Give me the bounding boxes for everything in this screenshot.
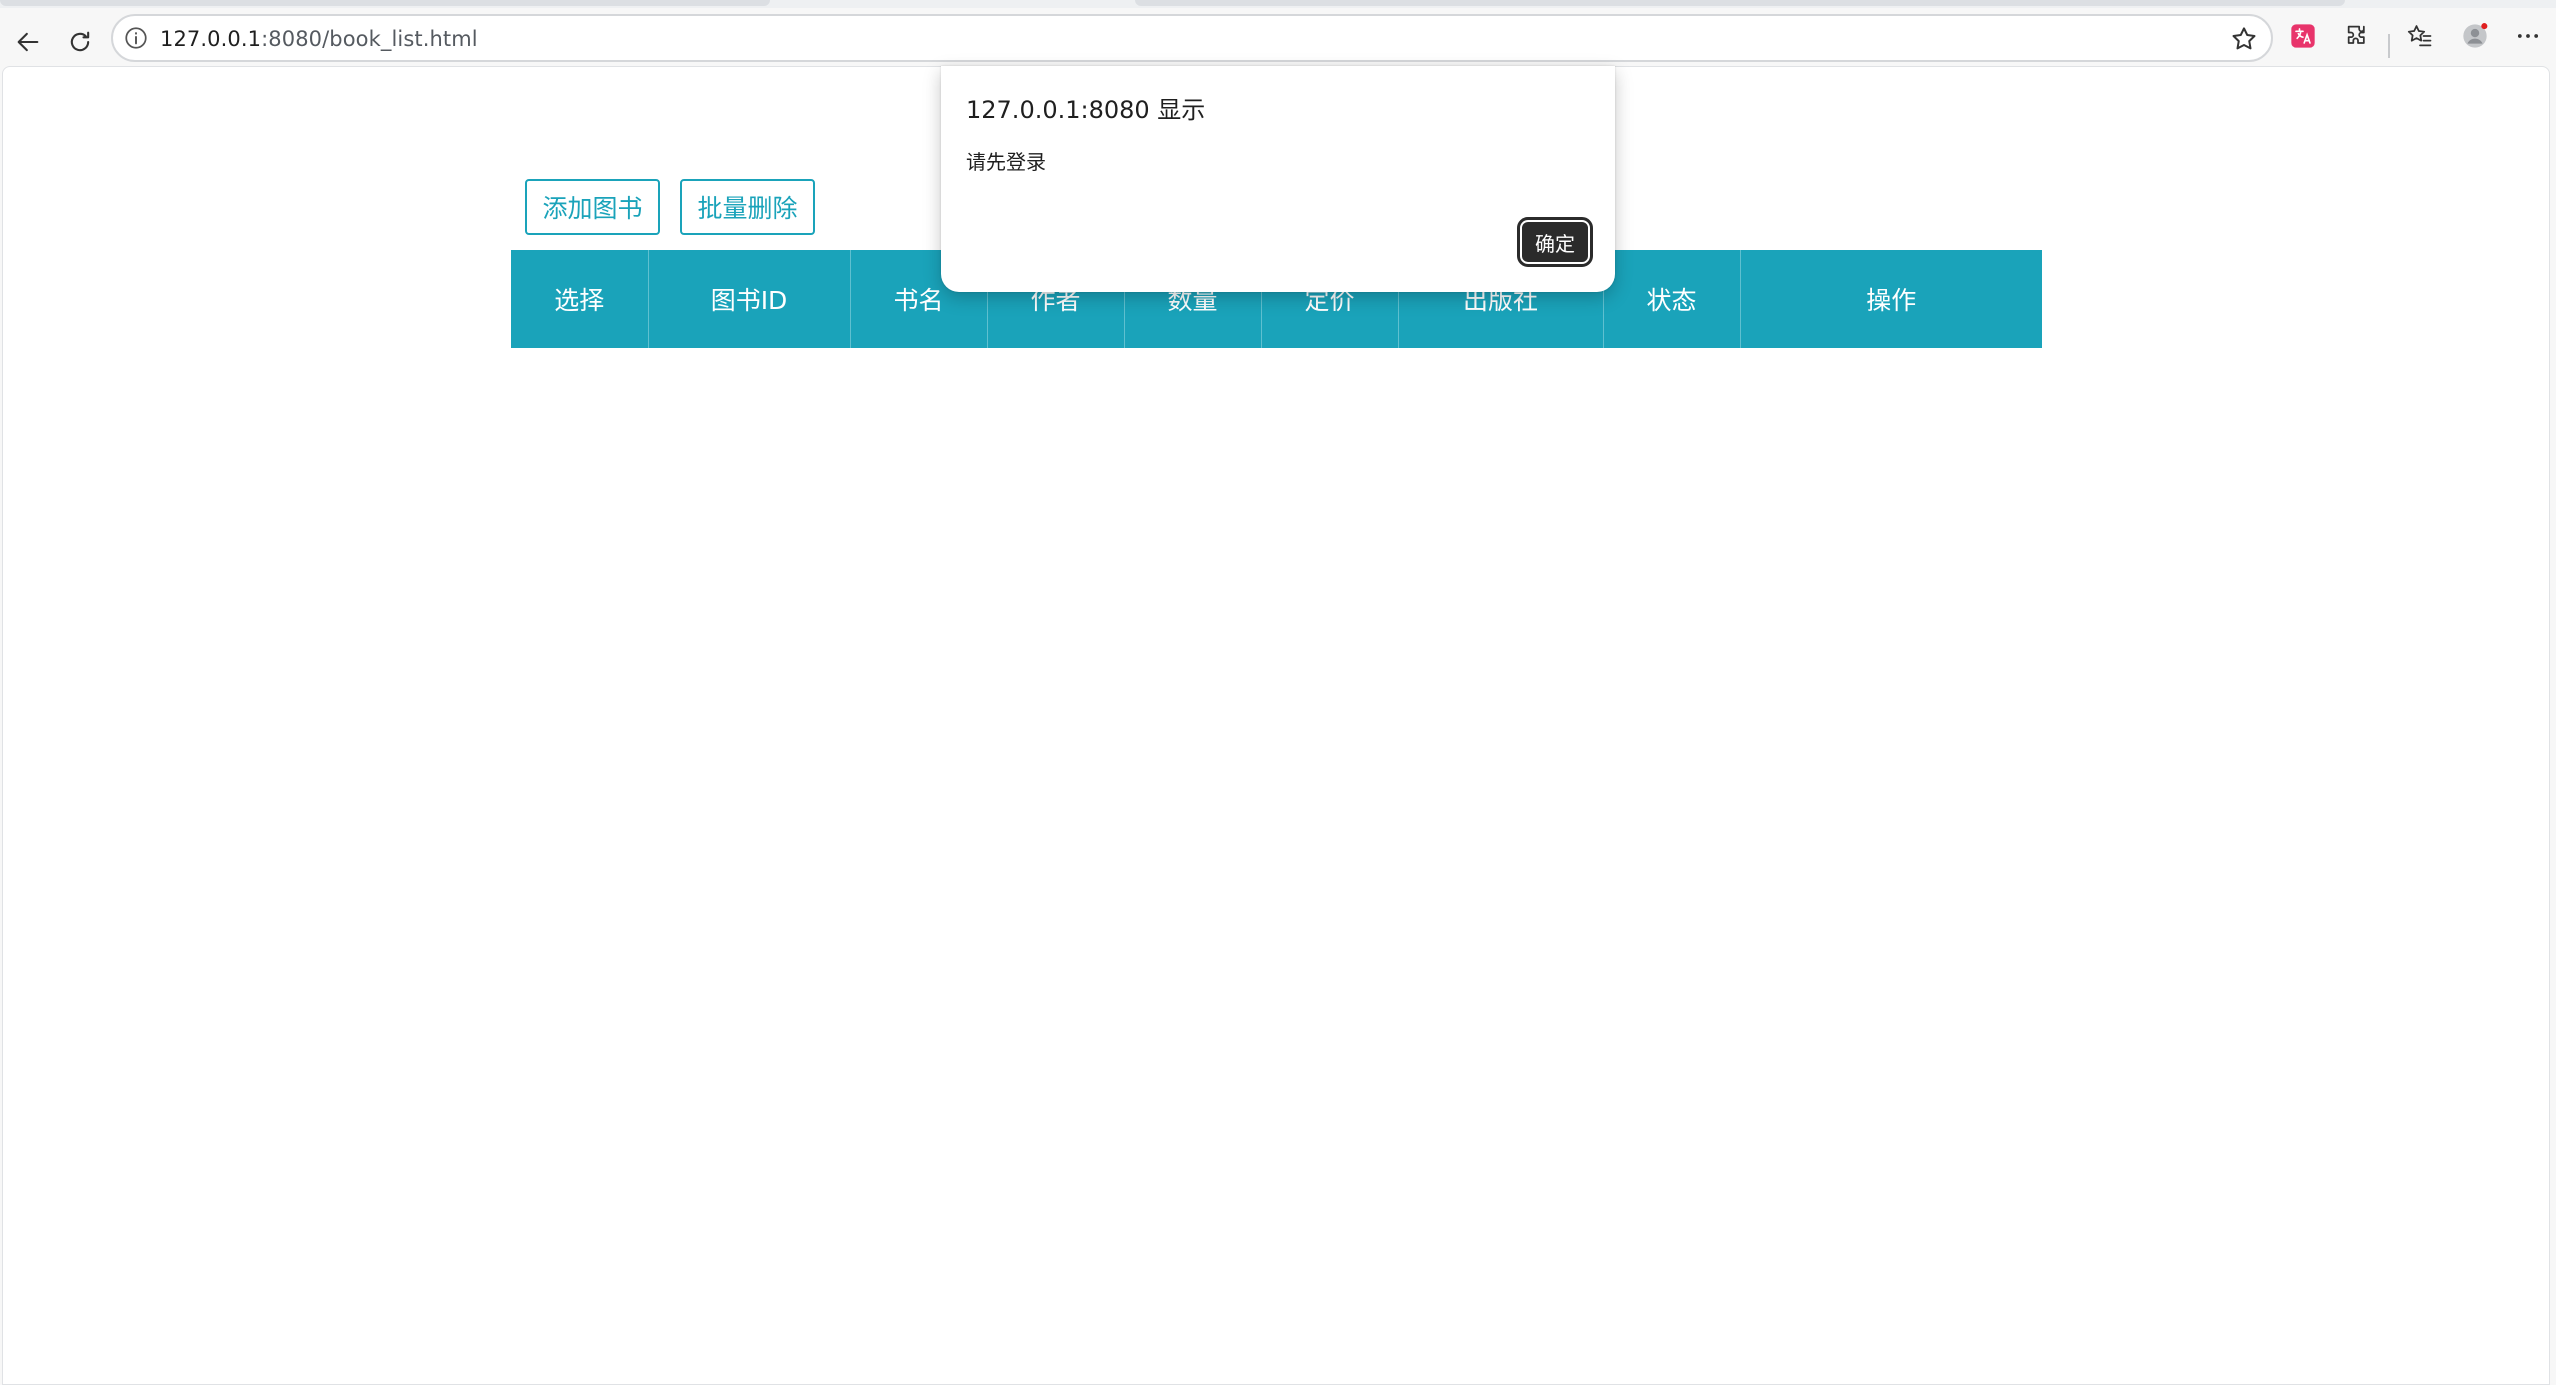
url-host: 127.0.0.1 bbox=[160, 27, 262, 51]
dialog-ok-button[interactable]: 确定 bbox=[1517, 217, 1593, 267]
dialog-title: 127.0.0.1:8080 显示 bbox=[966, 96, 1206, 124]
star-icon[interactable] bbox=[2229, 24, 2259, 54]
tab-edge[interactable] bbox=[1135, 0, 2345, 6]
profile-button[interactable] bbox=[2455, 16, 2495, 56]
add-book-button[interactable]: 添加图书 bbox=[525, 179, 660, 235]
address-bar[interactable]: 127.0.0.1:8080/book_list.html bbox=[111, 14, 2273, 62]
arrow-left-icon bbox=[17, 32, 39, 52]
column-header-status: 状态 bbox=[1603, 250, 1741, 348]
favorites-icon bbox=[2407, 25, 2432, 47]
more-menu-button[interactable] bbox=[2508, 16, 2548, 56]
url-text[interactable]: 127.0.0.1:8080/book_list.html bbox=[160, 27, 478, 51]
avatar-icon bbox=[2463, 23, 2488, 48]
more-dots-icon bbox=[2517, 34, 2539, 38]
tab-edge[interactable] bbox=[0, 0, 770, 6]
translate-extension-button[interactable] bbox=[2283, 16, 2323, 56]
reload-icon bbox=[70, 31, 90, 52]
toolbar-separator bbox=[2388, 34, 2390, 58]
tab-strip bbox=[0, 0, 2556, 8]
column-header-actions: 操作 bbox=[1866, 286, 1917, 315]
translate-icon bbox=[2291, 24, 2315, 48]
dialog-message: 请先登录 bbox=[966, 150, 1046, 174]
favorites-button[interactable] bbox=[2400, 16, 2440, 56]
reload-button[interactable] bbox=[60, 22, 100, 62]
column-header-book-id: 图书ID bbox=[648, 250, 851, 348]
browser-toolbar: 127.0.0.1:8080/book_list.html bbox=[0, 8, 2556, 66]
batch-delete-button[interactable]: 批量删除 bbox=[680, 179, 815, 235]
back-button[interactable] bbox=[8, 22, 48, 62]
info-icon[interactable] bbox=[123, 25, 149, 51]
puzzle-icon bbox=[2347, 25, 2365, 44]
alert-dialog: 127.0.0.1:8080 显示 请先登录 确定 bbox=[941, 66, 1615, 292]
extensions-button[interactable] bbox=[2338, 16, 2378, 56]
column-header-select: 选择 bbox=[511, 250, 649, 348]
url-path: :8080/book_list.html bbox=[261, 27, 478, 51]
